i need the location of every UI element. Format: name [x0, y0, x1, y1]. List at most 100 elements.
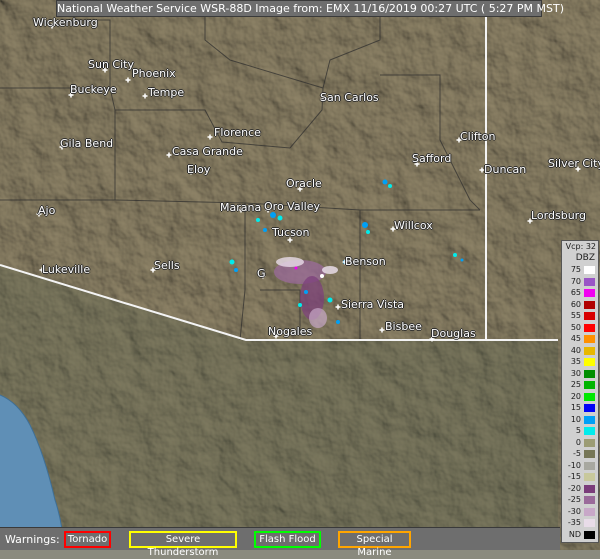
legend-row: 60	[562, 300, 598, 310]
legend-row: 25	[562, 380, 598, 390]
legend-value-label: -10	[567, 460, 581, 470]
city-label-phoenix: Phoenix	[132, 67, 176, 80]
legend-value-label: 10	[570, 414, 581, 424]
legend-row: 75	[562, 265, 598, 275]
city-label-florence: Florence	[214, 126, 261, 139]
legend-color-swatch	[584, 404, 595, 412]
legend-row: -30	[562, 507, 598, 517]
legend-row: -20	[562, 484, 598, 494]
legend-color-swatch	[584, 312, 595, 320]
legend-value-label: 75	[570, 265, 581, 274]
city-label-lordsburg: Lordsburg	[531, 209, 586, 222]
legend-color-swatch	[584, 335, 595, 343]
legend-value-label: 60	[570, 299, 581, 309]
legend-color-swatch	[584, 496, 595, 504]
warnings-bar: Warnings: Tornado Severe Thunderstorm Fl…	[0, 527, 560, 558]
legend-value-label: -20	[567, 483, 581, 493]
dbz-legend: Vcp: 32 DBZ 75 70 65 60 55 50 45 40 35 30 25 20 15 10…	[561, 240, 599, 543]
city-label-sierra-vista: Sierra Vista	[341, 298, 405, 311]
legend-row: 30	[562, 369, 598, 379]
legend-color-swatch	[584, 530, 595, 539]
legend-row: -25	[562, 495, 598, 505]
city-label-lukeville: Lukeville	[42, 263, 91, 276]
tornado-warning-button[interactable]: Tornado	[64, 531, 111, 548]
legend-row: -35	[562, 518, 598, 528]
legend-color-swatch	[584, 427, 595, 435]
legend-color-swatch	[584, 473, 595, 481]
city-label-gila-bend: Gila Bend	[60, 137, 114, 150]
legend-row: 50	[562, 323, 598, 333]
city-label-willcox: Willcox	[394, 219, 433, 232]
legend-row: -15	[562, 472, 598, 482]
city-label-green-valley-partial: G	[257, 267, 266, 280]
legend-row: 15	[562, 403, 598, 413]
legend-color-swatch	[584, 438, 595, 447]
legend-value-label: 35	[570, 357, 581, 366]
legend-unit: DBZ	[575, 253, 595, 263]
city-label-oracle: Oracle	[286, 177, 322, 190]
legend-color-swatch	[584, 450, 595, 458]
city-label-duncan: Duncan	[484, 163, 527, 176]
legend-color-swatch	[584, 415, 595, 424]
city-label-bisbee: Bisbee	[385, 320, 422, 333]
legend-value-label: 70	[570, 276, 581, 286]
legend-color-swatch	[584, 507, 595, 516]
city-label-oro-valley: Oro Valley	[264, 200, 320, 213]
legend-value-label: 30	[570, 368, 581, 378]
legend-color-swatch	[584, 277, 595, 286]
legend-row: 20	[562, 392, 598, 402]
legend-row: 70	[562, 277, 598, 287]
city-label-eloy: Eloy	[187, 163, 211, 176]
legend-color-swatch	[584, 346, 595, 355]
city-label-san-carlos: San Carlos	[320, 91, 379, 104]
legend-color-swatch	[584, 392, 595, 401]
severe-thunderstorm-warning-button[interactable]: Severe Thunderstorm	[129, 531, 237, 558]
legend-row: 35	[562, 357, 598, 367]
warnings-title: Warnings:	[5, 533, 60, 546]
legend-value-label: 5	[575, 426, 581, 435]
legend-color-swatch	[584, 289, 595, 297]
legend-value-label: -15	[567, 472, 581, 481]
legend-value-label: -5	[573, 449, 581, 458]
legend-row: 65	[562, 288, 598, 298]
legend-row: -5	[562, 449, 598, 459]
city-label-sells: Sells	[154, 259, 180, 272]
legend-value-label: 15	[570, 403, 581, 412]
legend-color-swatch	[584, 300, 595, 309]
legend-value-label: -30	[567, 506, 581, 516]
legend-row: 10	[562, 415, 598, 425]
city-label-sun-city: Sun City	[88, 58, 134, 71]
legend-value-label: 55	[570, 311, 581, 320]
legend-color-swatch	[584, 266, 595, 274]
legend-color-swatch	[584, 519, 595, 527]
city-label-ajo: Ajo	[38, 204, 56, 217]
city-label-casa-grande: Casa Grande	[172, 145, 243, 158]
legend-value-label: 0	[575, 437, 581, 447]
special-marine-warning-button[interactable]: Special Marine	[338, 531, 411, 558]
legend-color-swatch	[584, 461, 595, 470]
city-label-tucson: Tucson	[272, 226, 310, 239]
legend-value-label: 25	[570, 380, 581, 389]
city-label-douglas: Douglas	[431, 327, 476, 340]
legend-value-label: -25	[567, 495, 581, 504]
legend-color-swatch	[584, 358, 595, 366]
legend-row: -10	[562, 461, 598, 471]
legend-row: 45	[562, 334, 598, 344]
city-label-nogales: Nogales	[268, 325, 313, 338]
city-label-benson: Benson	[345, 255, 386, 268]
city-label-buckeye: Buckeye	[70, 83, 117, 96]
legend-row: ND	[562, 530, 598, 540]
legend-color-swatch	[584, 323, 595, 332]
legend-row: 55	[562, 311, 598, 321]
legend-color-swatch	[584, 484, 595, 493]
legend-value-label: 20	[570, 391, 581, 401]
title-bar: National Weather Service WSR-88D Image f…	[56, 0, 564, 17]
legend-row: 40	[562, 346, 598, 356]
legend-value-label: -35	[567, 518, 581, 527]
legend-row: 5	[562, 426, 598, 436]
legend-value-label: 45	[570, 334, 581, 343]
city-label-silver-city: Silver City	[548, 157, 600, 170]
city-label-marana: Marana	[220, 201, 262, 214]
legend-value-label: 65	[570, 288, 581, 297]
flash-flood-warning-button[interactable]: Flash Flood	[254, 531, 321, 548]
